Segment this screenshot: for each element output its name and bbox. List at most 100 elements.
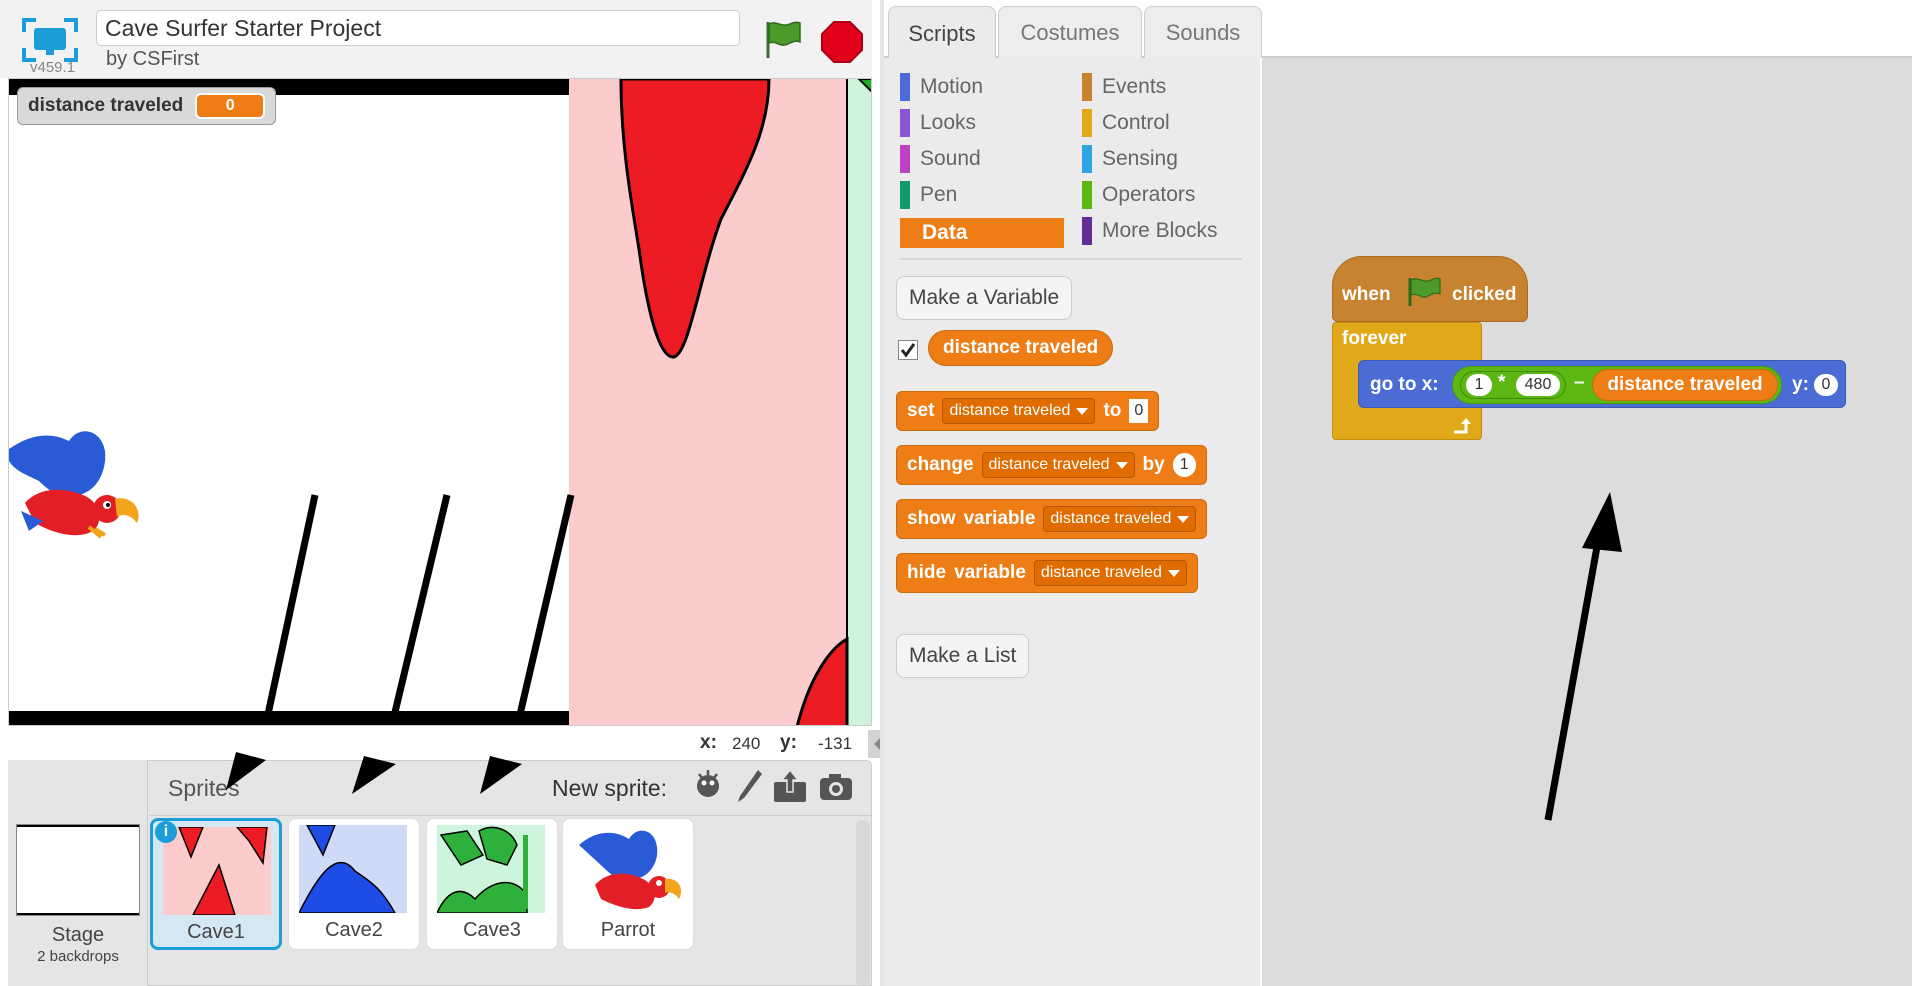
events-color-bar	[1082, 73, 1092, 101]
change-variable-block[interactable]: change distance traveled by 1	[896, 445, 1207, 485]
pen-color-bar	[900, 181, 910, 209]
category-sensing[interactable]: Sensing	[1082, 144, 1178, 174]
category-motion[interactable]: Motion	[900, 72, 983, 102]
sprite-name: Cave3	[463, 919, 521, 941]
cave3-thumbnail	[437, 825, 545, 913]
more-blocks-color-bar	[1082, 217, 1092, 245]
hide-variable-block[interactable]: hide variable distance traveled	[896, 553, 1198, 593]
block-text: hide	[907, 562, 947, 583]
block-text: variable	[963, 508, 1036, 529]
chevron-down-icon	[1115, 461, 1128, 469]
stage-canvas[interactable]: distance traveled 0	[8, 78, 872, 726]
category-label: Sensing	[1102, 147, 1178, 170]
block-text: to	[1103, 400, 1122, 421]
stage-label: Stage	[51, 924, 105, 946]
forever-label: forever	[1342, 328, 1407, 349]
tab-costumes[interactable]: Costumes	[998, 6, 1142, 58]
sprite-name: Cave2	[325, 919, 383, 941]
category-sound[interactable]: Sound	[900, 144, 981, 174]
set-variable-block[interactable]: set distance traveled to 0	[896, 391, 1160, 431]
distance-traveled-reporter[interactable]: distance traveled	[1592, 369, 1778, 401]
stop-icon[interactable]	[820, 20, 864, 64]
category-more-blocks[interactable]: More Blocks	[1082, 216, 1218, 246]
palette-separator	[900, 258, 1242, 260]
parrot-sprite	[9, 431, 139, 539]
sprite-tile-cave2[interactable]: Cave2	[288, 818, 420, 950]
cave2-thumbnail	[299, 825, 407, 913]
block-text: by	[1142, 454, 1165, 475]
minus-sign: –	[1574, 372, 1585, 393]
sprite-tile-cave3[interactable]: Cave3	[426, 818, 558, 950]
dropdown-value: distance traveled	[1050, 510, 1172, 527]
stage-scene	[9, 79, 871, 725]
multiply-right-input[interactable]: 480	[1516, 374, 1560, 396]
stage-backdrop-count: 2 backdrops	[37, 948, 119, 965]
show-variable-block[interactable]: show variable distance traveled	[896, 499, 1208, 539]
version-label: v459.1	[30, 59, 76, 76]
sprite-tile-parrot[interactable]: Parrot	[562, 818, 694, 950]
chevron-down-icon	[1177, 515, 1190, 523]
green-flag-icon	[1408, 277, 1441, 306]
category-operators[interactable]: Operators	[1082, 180, 1195, 210]
y-input[interactable]: 0	[1814, 374, 1838, 396]
multiply-sign: *	[1498, 372, 1506, 393]
sensing-color-bar	[1082, 145, 1092, 173]
cave1-thumbnail	[163, 827, 271, 915]
category-label: Motion	[920, 75, 984, 98]
variable-dropdown[interactable]: distance traveled	[942, 398, 1096, 424]
block-text: change	[907, 454, 974, 475]
block-text: set	[907, 400, 935, 421]
sprite-info-badge[interactable]: i	[155, 821, 177, 843]
make-list-button[interactable]: Make a List	[896, 634, 1030, 678]
hat-clicked-label: clicked	[1452, 284, 1517, 305]
annotation-arrow	[1544, 492, 1622, 821]
variable-checkbox[interactable]	[898, 340, 918, 360]
tab-scripts[interactable]: Scripts	[888, 6, 996, 60]
variable-dropdown[interactable]: distance traveled	[981, 452, 1135, 478]
looks-color-bar	[900, 109, 910, 137]
project-title-input[interactable]: Cave Surfer Starter Project	[96, 10, 740, 46]
sound-color-bar	[900, 145, 910, 173]
go-to-label: go to x:	[1370, 374, 1439, 395]
chevron-down-icon	[1076, 407, 1089, 415]
category-pen[interactable]: Pen	[900, 180, 957, 210]
hat-when-label: when	[1342, 284, 1391, 305]
variable-dropdown[interactable]: distance traveled	[1043, 506, 1197, 532]
motion-color-bar	[900, 73, 910, 101]
sprite-list-scrollbar[interactable]	[856, 820, 870, 986]
category-control[interactable]: Control	[1082, 108, 1170, 138]
sprite-name: Cave1	[187, 921, 245, 943]
value-input[interactable]: 1	[1172, 453, 1196, 477]
author-label: by CSFirst	[106, 48, 200, 70]
cave-green-strip	[847, 79, 871, 725]
monitor-label: distance traveled	[28, 95, 184, 116]
category-label: Looks	[920, 111, 977, 134]
chevron-down-icon	[1167, 569, 1180, 577]
dropdown-value: distance traveled	[988, 456, 1110, 473]
category-data[interactable]: Data	[900, 218, 1064, 248]
category-label: More Blocks	[1102, 219, 1218, 242]
variable-dropdown[interactable]: distance traveled	[1033, 560, 1187, 586]
fullscreen-icon[interactable]	[22, 18, 78, 62]
variable-reporter-block[interactable]: distance traveled	[928, 330, 1114, 366]
sprite-name: Parrot	[600, 919, 656, 941]
multiply-left-input[interactable]: 1	[1466, 374, 1492, 396]
category-looks[interactable]: Looks	[900, 108, 976, 138]
category-label: Events	[1102, 75, 1167, 98]
operators-color-bar	[1082, 181, 1092, 209]
category-label: Sound	[920, 147, 981, 170]
control-color-bar	[1082, 109, 1092, 137]
dropdown-value: distance traveled	[949, 402, 1071, 419]
category-label: Control	[1102, 111, 1170, 134]
make-variable-button[interactable]: Make a Variable	[896, 276, 1073, 320]
value-input[interactable]: 0	[1129, 399, 1149, 423]
y-label: y:	[1792, 374, 1809, 395]
block-text: variable	[954, 562, 1026, 583]
green-flag-icon[interactable]	[760, 18, 804, 62]
category-events[interactable]: Events	[1082, 72, 1166, 102]
block-text: show	[907, 508, 956, 529]
tab-sounds[interactable]: Sounds	[1144, 6, 1262, 58]
sprite-tile-cave1[interactable]: i Cave1	[150, 818, 282, 950]
stage-thumbnail[interactable]	[16, 824, 140, 916]
variable-monitor: distance traveled 0	[17, 87, 277, 125]
